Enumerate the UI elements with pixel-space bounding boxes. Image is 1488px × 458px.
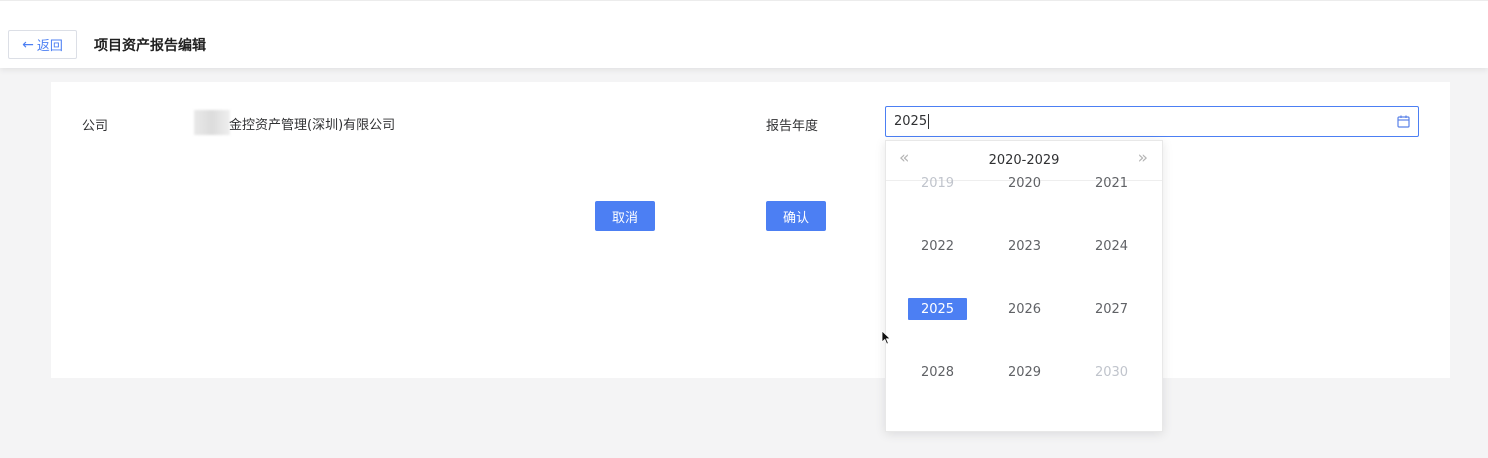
company-value: 金控资产管理(深圳)有限公司 xyxy=(229,118,396,133)
cancel-button[interactable]: 取消 xyxy=(595,201,655,231)
year-cell[interactable]: 2027 xyxy=(1082,298,1141,320)
prev-decade-icon[interactable]: « xyxy=(899,150,909,167)
year-cell[interactable]: 2021 xyxy=(1082,172,1141,194)
year-cell[interactable]: 2024 xyxy=(1082,235,1141,257)
text-caret xyxy=(928,114,930,129)
year-picker-dropdown: « 2020-2029 » 2019 2020 2021 2022 2023 2024 20… xyxy=(885,140,1163,432)
calendar-icon[interactable] xyxy=(1397,115,1410,128)
back-button-label: 返回 xyxy=(36,39,63,54)
year-cell[interactable]: 2020 xyxy=(995,172,1054,194)
year-cell[interactable]: 2019 xyxy=(908,172,967,194)
year-cell[interactable]: 2022 xyxy=(908,235,967,257)
redacted-company-prefix xyxy=(194,110,230,135)
back-button[interactable]: ← 返回 xyxy=(8,30,77,59)
company-label: 公司 xyxy=(82,119,109,134)
year-cell[interactable]: 2023 xyxy=(995,235,1054,257)
report-year-label: 报告年度 xyxy=(766,119,819,134)
year-cell[interactable]: 2026 xyxy=(995,298,1054,320)
page-header: ← 返回 项目资产报告编辑 xyxy=(0,0,1488,68)
year-cell[interactable]: 2029 xyxy=(995,361,1054,383)
arrow-left-icon: ← xyxy=(22,36,34,53)
page-title: 项目资产报告编辑 xyxy=(94,38,206,54)
report-year-value: 2025 xyxy=(894,114,928,129)
report-year-input[interactable]: 2025 xyxy=(885,106,1419,137)
year-cell[interactable]: 2028 xyxy=(908,361,967,383)
confirm-button[interactable]: 确认 xyxy=(766,201,826,231)
year-cell[interactable]: 2030 xyxy=(1082,361,1141,383)
year-cell[interactable]: 2025 xyxy=(908,298,967,320)
decade-label: 2020-2029 xyxy=(988,153,1060,168)
next-decade-icon[interactable]: » xyxy=(1138,150,1148,167)
mouse-cursor-icon xyxy=(881,330,891,345)
